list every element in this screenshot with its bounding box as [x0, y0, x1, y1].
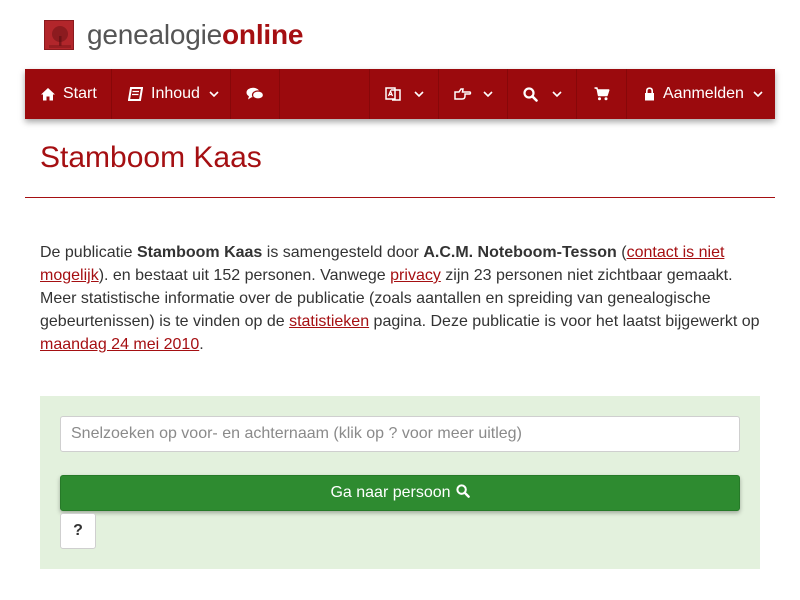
- page-title: Stamboom Kaas: [40, 141, 262, 174]
- site-name-part2: online: [222, 19, 304, 50]
- chevron-down-icon: [414, 90, 424, 98]
- chevron-down-icon: [209, 90, 219, 98]
- nav-share[interactable]: [439, 69, 508, 119]
- title-divider: [25, 197, 775, 198]
- main-navbar: Start Inhoud Aanmelden: [25, 69, 775, 119]
- intro-text: pagina. Deze publicatie is voor het laat…: [369, 313, 760, 330]
- nav-chat[interactable]: [231, 69, 280, 119]
- intro-text: ). en bestaat uit 152 personen. Vanwege: [98, 267, 391, 284]
- search-help-button[interactable]: ?: [60, 513, 96, 549]
- nav-cart[interactable]: [577, 69, 627, 119]
- nav-start-label: Start: [63, 85, 97, 102]
- last-updated-link[interactable]: maandag 24 mei 2010: [40, 336, 199, 353]
- statistics-link[interactable]: statistieken: [289, 313, 369, 330]
- nav-spacer: [280, 69, 370, 119]
- publication-name: Stamboom Kaas: [136, 244, 263, 261]
- nav-search[interactable]: [508, 69, 577, 119]
- search-icon: [523, 86, 538, 102]
- quick-search-input[interactable]: [60, 416, 740, 452]
- nav-start[interactable]: Start: [25, 69, 112, 119]
- hand-point-icon: [454, 87, 472, 101]
- translate-icon: [385, 86, 401, 102]
- intro-text: De publicatie: [40, 244, 137, 261]
- lock-icon: [644, 87, 655, 101]
- privacy-link[interactable]: privacy: [390, 267, 441, 284]
- book-icon: [128, 87, 143, 101]
- home-icon: [40, 87, 56, 101]
- go-to-person-label: Ga naar persoon: [330, 484, 451, 501]
- intro-text: (: [616, 244, 627, 261]
- chevron-down-icon: [753, 90, 763, 98]
- go-to-person-button[interactable]: Ga naar persoon: [60, 475, 740, 511]
- intro-text: .: [199, 336, 204, 353]
- site-brand[interactable]: genealogieonline: [44, 18, 303, 52]
- nav-language[interactable]: [370, 69, 439, 119]
- nav-login-label: Aanmelden: [663, 85, 744, 102]
- intro-text: is samengesteld door: [262, 244, 424, 261]
- search-icon: [451, 483, 470, 503]
- nav-contents-label: Inhoud: [151, 85, 200, 102]
- chevron-down-icon: [552, 90, 562, 98]
- site-name-part1: genealogie: [87, 19, 223, 50]
- family-tree-icon: [44, 20, 74, 50]
- chevron-down-icon: [483, 90, 493, 98]
- author-name: A.C.M. Noteboom-Tesson: [423, 244, 617, 261]
- quick-search-panel: Ga naar persoon ?: [40, 396, 760, 569]
- shopping-cart-icon: [594, 87, 610, 101]
- site-name: genealogieonline: [87, 19, 303, 51]
- nav-contents[interactable]: Inhoud: [112, 69, 231, 119]
- nav-login[interactable]: Aanmelden: [627, 69, 775, 119]
- comments-icon: [246, 87, 264, 101]
- publication-intro: De publicatie Stamboom Kaas is samengest…: [40, 241, 765, 356]
